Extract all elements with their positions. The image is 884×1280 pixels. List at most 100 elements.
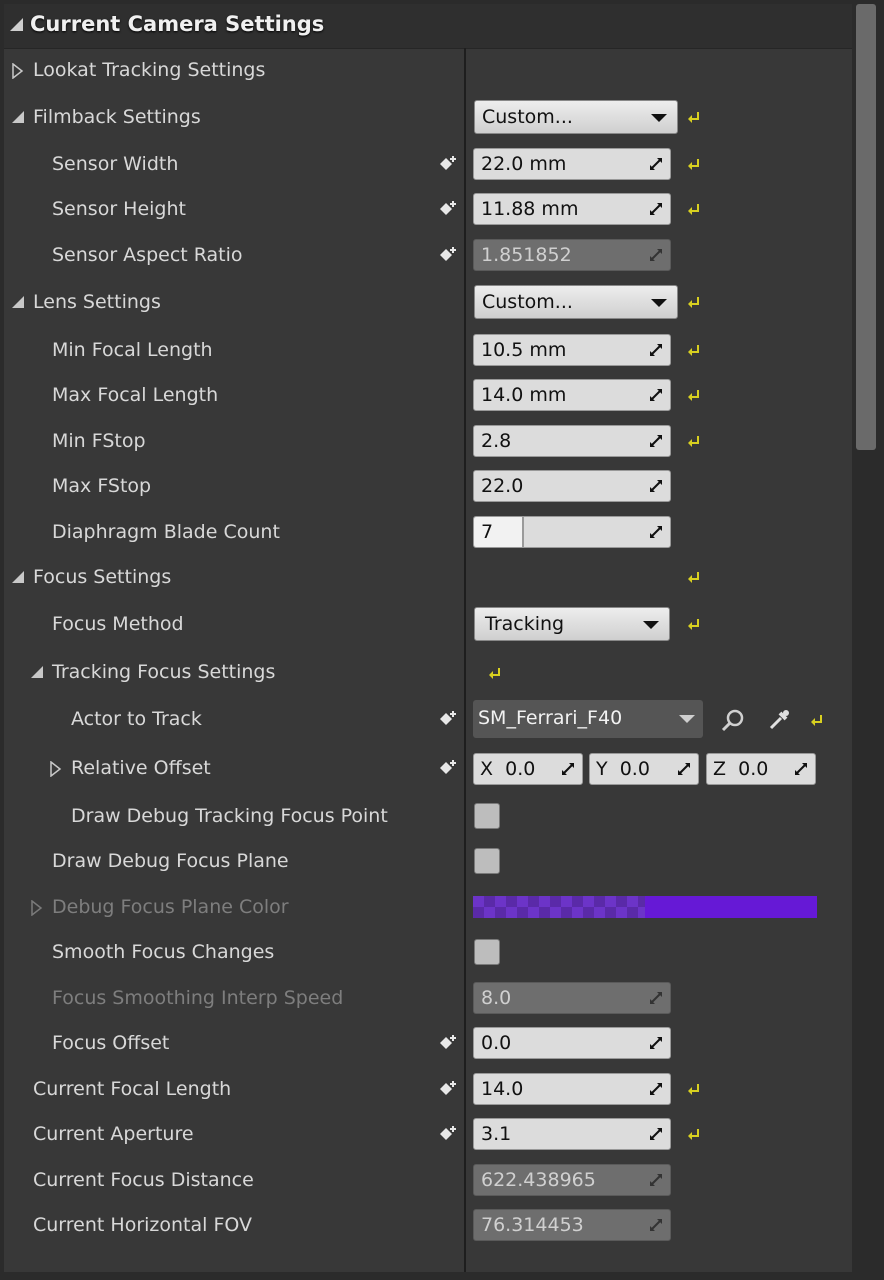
row-tracking-focus-settings[interactable]: Tracking Focus Settings (4, 650, 852, 694)
max-fstop-input[interactable]: 22.0 (473, 470, 671, 502)
row-max-focal-length: Max Focal Length 14.0 mm (4, 373, 852, 417)
y-axis-label: Y (596, 758, 608, 780)
min-focal-input[interactable]: 10.5 mm (473, 334, 671, 366)
reset-to-default-icon[interactable] (687, 388, 701, 402)
offset-z-input[interactable]: Z 0.0 (706, 753, 816, 785)
keyframe-icon[interactable] (438, 758, 458, 778)
expanded-triangle-icon[interactable] (10, 18, 23, 31)
sensor-width-input[interactable]: 22.0 mm (473, 148, 671, 180)
resize-arrows-icon[interactable] (648, 156, 664, 172)
resize-arrows-icon[interactable] (648, 201, 664, 217)
sensor-aspect-input: 1.851852 (473, 239, 671, 271)
magnifier-icon[interactable] (720, 707, 746, 733)
filmback-preset-dropdown[interactable]: Custom... (474, 100, 678, 134)
category-header[interactable]: Current Camera Settings (4, 4, 852, 49)
reset-to-default-icon[interactable] (687, 157, 701, 171)
resize-arrows-icon[interactable] (648, 524, 664, 540)
current-hfov-input: 76.314453 (473, 1209, 671, 1241)
reset-to-default-icon[interactable] (687, 570, 701, 584)
color-swatch[interactable] (473, 896, 817, 918)
vertical-scrollbar[interactable] (856, 4, 880, 1272)
row-focus-settings[interactable]: Focus Settings (4, 555, 852, 599)
row-filmback-settings[interactable]: Filmback Settings Custom... (4, 95, 852, 139)
blade-count-slider[interactable]: 7 (473, 516, 671, 548)
actor-value: SM_Ferrari_F40 (478, 707, 623, 729)
resize-arrows-icon[interactable] (648, 433, 664, 449)
smooth-focus-checkbox[interactable] (474, 939, 500, 965)
focus-method-label: Focus Method (52, 613, 184, 635)
resize-arrows-icon[interactable] (648, 1081, 664, 1097)
resize-arrows-icon[interactable] (648, 387, 664, 403)
row-focus-method: Focus Method Tracking (4, 602, 852, 646)
resize-arrows-icon[interactable] (560, 761, 576, 777)
offset-y-input[interactable]: Y 0.0 (589, 753, 699, 785)
row-current-focal-length: Current Focal Length 14.0 (4, 1067, 852, 1111)
row-focus-offset: Focus Offset 0.0 (4, 1021, 852, 1065)
actor-picker-combo[interactable]: SM_Ferrari_F40 (473, 700, 703, 738)
row-draw-debug-focus-plane: Draw Debug Focus Plane (4, 839, 852, 883)
reset-to-default-icon[interactable] (687, 202, 701, 216)
sensor-height-input[interactable]: 11.88 mm (473, 193, 671, 225)
scrollbar-thumb[interactable] (856, 4, 876, 450)
expanded-triangle-icon[interactable] (12, 296, 24, 308)
row-diaphragm-blade-count: Diaphragm Blade Count 7 (4, 510, 852, 554)
lens-preset-dropdown[interactable]: Custom... (474, 285, 678, 319)
row-max-fstop: Max FStop 22.0 (4, 464, 852, 508)
row-lookat-tracking[interactable]: Lookat Tracking Settings (4, 48, 852, 92)
expanded-triangle-icon[interactable] (12, 111, 24, 123)
chevron-down-icon (643, 621, 659, 629)
collapsed-triangle-icon[interactable] (31, 900, 43, 916)
reset-to-default-icon[interactable] (810, 713, 824, 727)
keyframe-icon[interactable] (438, 709, 458, 729)
focus-offset-value: 0.0 (481, 1032, 512, 1054)
row-lens-settings[interactable]: Lens Settings Custom... (4, 280, 852, 324)
keyframe-icon[interactable] (438, 1033, 458, 1053)
eyedropper-icon[interactable] (766, 707, 792, 733)
keyframe-icon[interactable] (438, 154, 458, 174)
expanded-triangle-icon[interactable] (12, 571, 24, 583)
sensor-width-label: Sensor Width (52, 153, 179, 175)
keyframe-icon[interactable] (438, 245, 458, 265)
reset-to-default-icon[interactable] (687, 1127, 701, 1141)
debug-point-checkbox[interactable] (474, 803, 500, 829)
keyframe-icon[interactable] (438, 1079, 458, 1099)
current-focal-input[interactable]: 14.0 (473, 1073, 671, 1105)
resize-arrows-icon[interactable] (676, 761, 692, 777)
smooth-focus-label: Smooth Focus Changes (52, 941, 275, 963)
collapsed-triangle-icon[interactable] (50, 761, 62, 777)
debug-plane-checkbox[interactable] (474, 848, 500, 874)
relative-offset-label: Relative Offset (71, 757, 211, 779)
expanded-triangle-icon[interactable] (31, 666, 43, 678)
offset-x-input[interactable]: X 0.0 (473, 753, 583, 785)
max-focal-input[interactable]: 14.0 mm (473, 379, 671, 411)
current-hfov-label: Current Horizontal FOV (33, 1214, 253, 1236)
resize-arrows-icon[interactable] (793, 761, 809, 777)
reset-to-default-icon[interactable] (687, 110, 701, 124)
row-smooth-focus-changes: Smooth Focus Changes (4, 930, 852, 974)
resize-arrows-icon[interactable] (648, 1035, 664, 1051)
keyframe-icon[interactable] (438, 1124, 458, 1144)
reset-to-default-icon[interactable] (687, 343, 701, 357)
resize-arrows-icon[interactable] (648, 1126, 664, 1142)
blade-count-value: 7 (481, 521, 494, 543)
reset-to-default-icon[interactable] (687, 295, 701, 309)
collapsed-triangle-icon[interactable] (12, 63, 24, 79)
reset-to-default-icon[interactable] (488, 666, 502, 680)
resize-arrows-icon[interactable] (648, 478, 664, 494)
reset-to-default-icon[interactable] (687, 617, 701, 631)
resize-arrows-icon[interactable] (648, 342, 664, 358)
focus-offset-input[interactable]: 0.0 (473, 1027, 671, 1059)
min-fstop-input[interactable]: 2.8 (473, 425, 671, 457)
focus-method-value: Tracking (485, 613, 565, 635)
focus-method-dropdown[interactable]: Tracking (474, 607, 670, 641)
row-draw-debug-tracking-point: Draw Debug Tracking Focus Point (4, 794, 852, 838)
tracking-focus-label: Tracking Focus Settings (52, 661, 276, 683)
reset-to-default-icon[interactable] (687, 434, 701, 448)
row-relative-offset[interactable]: Relative Offset X 0.0 Y 0.0 Z 0.0 (4, 746, 852, 790)
alpha-checker-swatch (473, 896, 645, 918)
z-axis-label: Z (713, 758, 727, 780)
current-aperture-input[interactable]: 3.1 (473, 1118, 671, 1150)
resize-arrows-icon (650, 992, 662, 1004)
reset-to-default-icon[interactable] (687, 1082, 701, 1096)
keyframe-icon[interactable] (438, 199, 458, 219)
